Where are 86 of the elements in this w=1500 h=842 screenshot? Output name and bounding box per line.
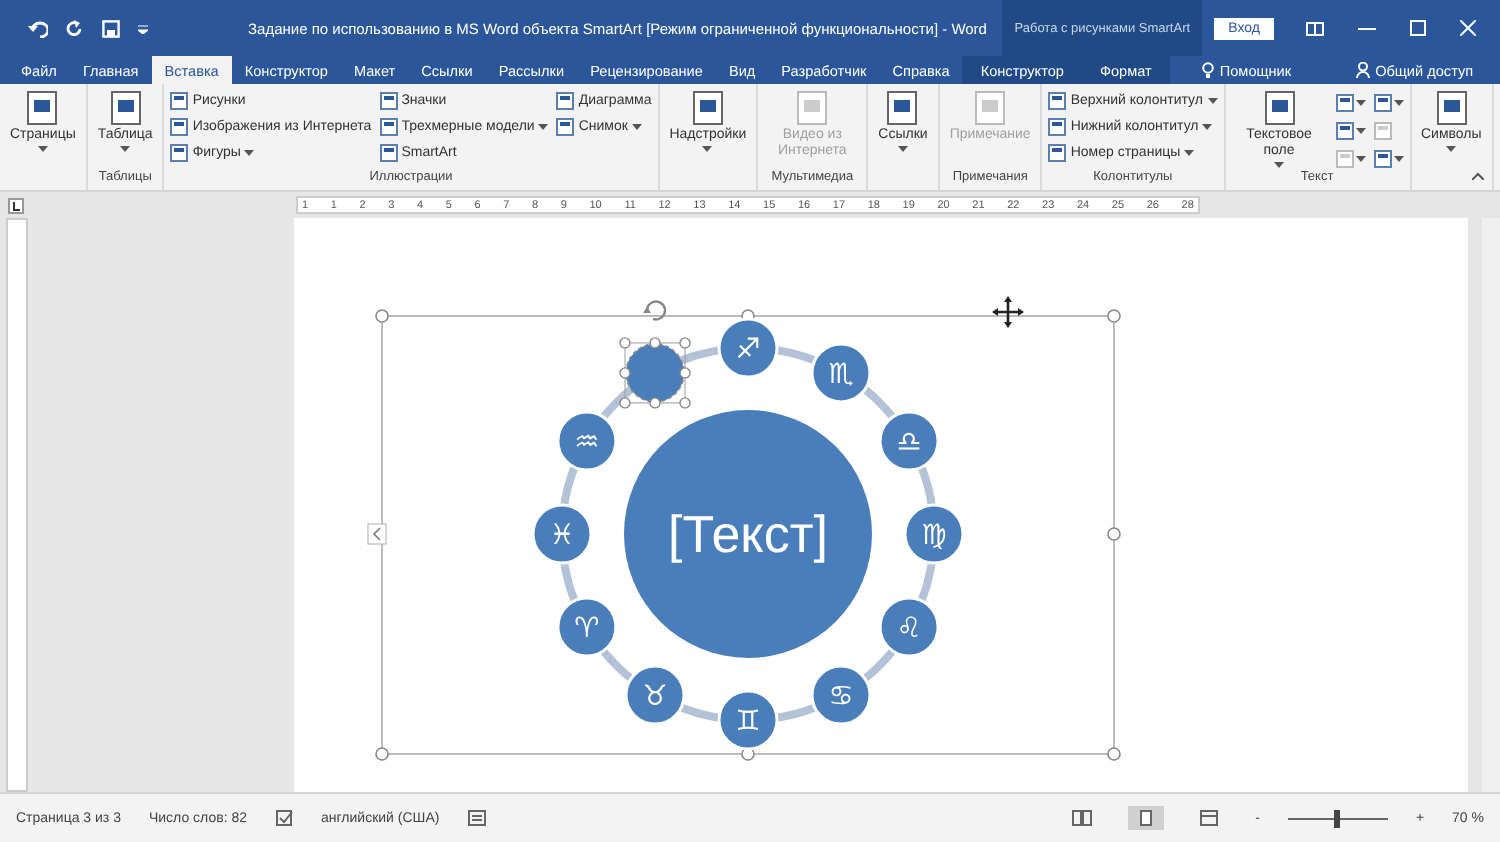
document-icon bbox=[794, 90, 831, 126]
document-icon bbox=[107, 90, 144, 126]
zodiac-sign: ♒ bbox=[574, 427, 600, 459]
caret-icon bbox=[1446, 146, 1457, 152]
resize-handle[interactable] bbox=[375, 747, 389, 761]
ribbon-icon-button[interactable] bbox=[1373, 146, 1403, 170]
square-icon bbox=[1335, 121, 1353, 139]
document-icon bbox=[884, 90, 921, 126]
document-icon bbox=[1261, 90, 1297, 126]
zodiac-sign: ♊ bbox=[735, 706, 761, 738]
square-icon bbox=[1048, 143, 1067, 161]
center-text: [Текст] bbox=[668, 504, 828, 564]
proofing-icon[interactable] bbox=[275, 810, 293, 826]
minimize-icon[interactable] bbox=[1358, 27, 1376, 29]
square-icon bbox=[379, 143, 398, 161]
document-icon bbox=[972, 90, 1009, 126]
rotate-handle-icon[interactable] bbox=[643, 300, 667, 321]
caret-icon bbox=[244, 149, 255, 155]
zodiac-sign: ♉ bbox=[642, 681, 668, 714]
caret-icon bbox=[1393, 99, 1403, 105]
ribbon-icon-button[interactable] bbox=[1335, 90, 1365, 114]
ribbon-icon-button[interactable] bbox=[1373, 90, 1403, 114]
square-icon bbox=[170, 91, 189, 109]
page-icon bbox=[1135, 810, 1156, 826]
close-icon[interactable] bbox=[1460, 20, 1476, 36]
keyboard-icon[interactable] bbox=[467, 810, 486, 826]
square-icon bbox=[556, 117, 575, 135]
maximize-icon[interactable] bbox=[1410, 20, 1426, 36]
web-page-icon bbox=[1199, 810, 1220, 826]
square-icon bbox=[170, 143, 189, 161]
caret-icon bbox=[1274, 162, 1284, 168]
zodiac-sign: ♍ bbox=[921, 520, 947, 552]
square-icon bbox=[1335, 93, 1353, 111]
customize-icon[interactable] bbox=[138, 23, 148, 33]
square-icon bbox=[1335, 149, 1353, 167]
document-icon bbox=[1433, 90, 1470, 126]
resize-handle[interactable] bbox=[1107, 309, 1121, 323]
zodiac-sign: ♌ bbox=[896, 613, 922, 645]
caret-icon bbox=[702, 146, 713, 152]
square-icon bbox=[379, 117, 398, 135]
caret-icon bbox=[1207, 97, 1217, 103]
print-layout-button[interactable] bbox=[1127, 806, 1164, 830]
book-icon bbox=[1071, 810, 1092, 826]
lightbulb-icon bbox=[1201, 62, 1214, 78]
collapse-ribbon-icon[interactable] bbox=[1472, 172, 1484, 180]
ribbon-display-icon[interactable] bbox=[1306, 21, 1324, 35]
zodiac-sign: ♏ bbox=[828, 358, 854, 391]
square-icon bbox=[1048, 91, 1067, 109]
caret-icon bbox=[1184, 149, 1195, 155]
caret-icon bbox=[631, 123, 642, 129]
resize-handle[interactable] bbox=[1107, 527, 1121, 541]
zodiac-sign: ♐ bbox=[735, 334, 761, 366]
caret-icon bbox=[37, 146, 48, 152]
scrollbar[interactable] bbox=[1482, 218, 1500, 792]
caret-icon bbox=[897, 146, 908, 152]
caret-icon bbox=[120, 146, 131, 152]
document-icon bbox=[689, 90, 726, 126]
caret-icon bbox=[538, 123, 549, 129]
resize-handle[interactable] bbox=[375, 309, 389, 323]
zodiac-sign: ♋ bbox=[828, 681, 854, 714]
caret-icon bbox=[1355, 99, 1365, 105]
ribbon-icon-button[interactable] bbox=[1335, 118, 1365, 142]
tab-selector-icon[interactable] bbox=[7, 197, 23, 213]
zodiac-sign: ♎ bbox=[896, 427, 922, 459]
square-icon bbox=[1048, 117, 1067, 135]
caret-icon bbox=[1355, 155, 1365, 161]
square-icon bbox=[1373, 121, 1391, 139]
caret-icon bbox=[1393, 155, 1403, 161]
square-icon bbox=[556, 91, 575, 109]
expand-icon[interactable] bbox=[367, 523, 387, 545]
square-icon bbox=[379, 91, 398, 109]
person-icon bbox=[1355, 62, 1370, 78]
caret-icon bbox=[1202, 123, 1213, 129]
move-cursor-icon bbox=[992, 296, 1024, 328]
document-icon bbox=[24, 90, 61, 126]
undo-icon[interactable] bbox=[28, 19, 48, 37]
caret-icon bbox=[1355, 127, 1365, 133]
slider-thumb[interactable] bbox=[1334, 809, 1341, 827]
zodiac-sign: ♓ bbox=[549, 520, 575, 552]
resize-handle[interactable] bbox=[1107, 747, 1121, 761]
zodiac-sign: ♈ bbox=[574, 613, 600, 645]
redo-icon[interactable] bbox=[66, 19, 84, 37]
save-icon[interactable] bbox=[102, 19, 120, 37]
square-icon bbox=[170, 117, 189, 135]
square-icon bbox=[1373, 93, 1391, 111]
square-icon bbox=[1373, 149, 1391, 167]
